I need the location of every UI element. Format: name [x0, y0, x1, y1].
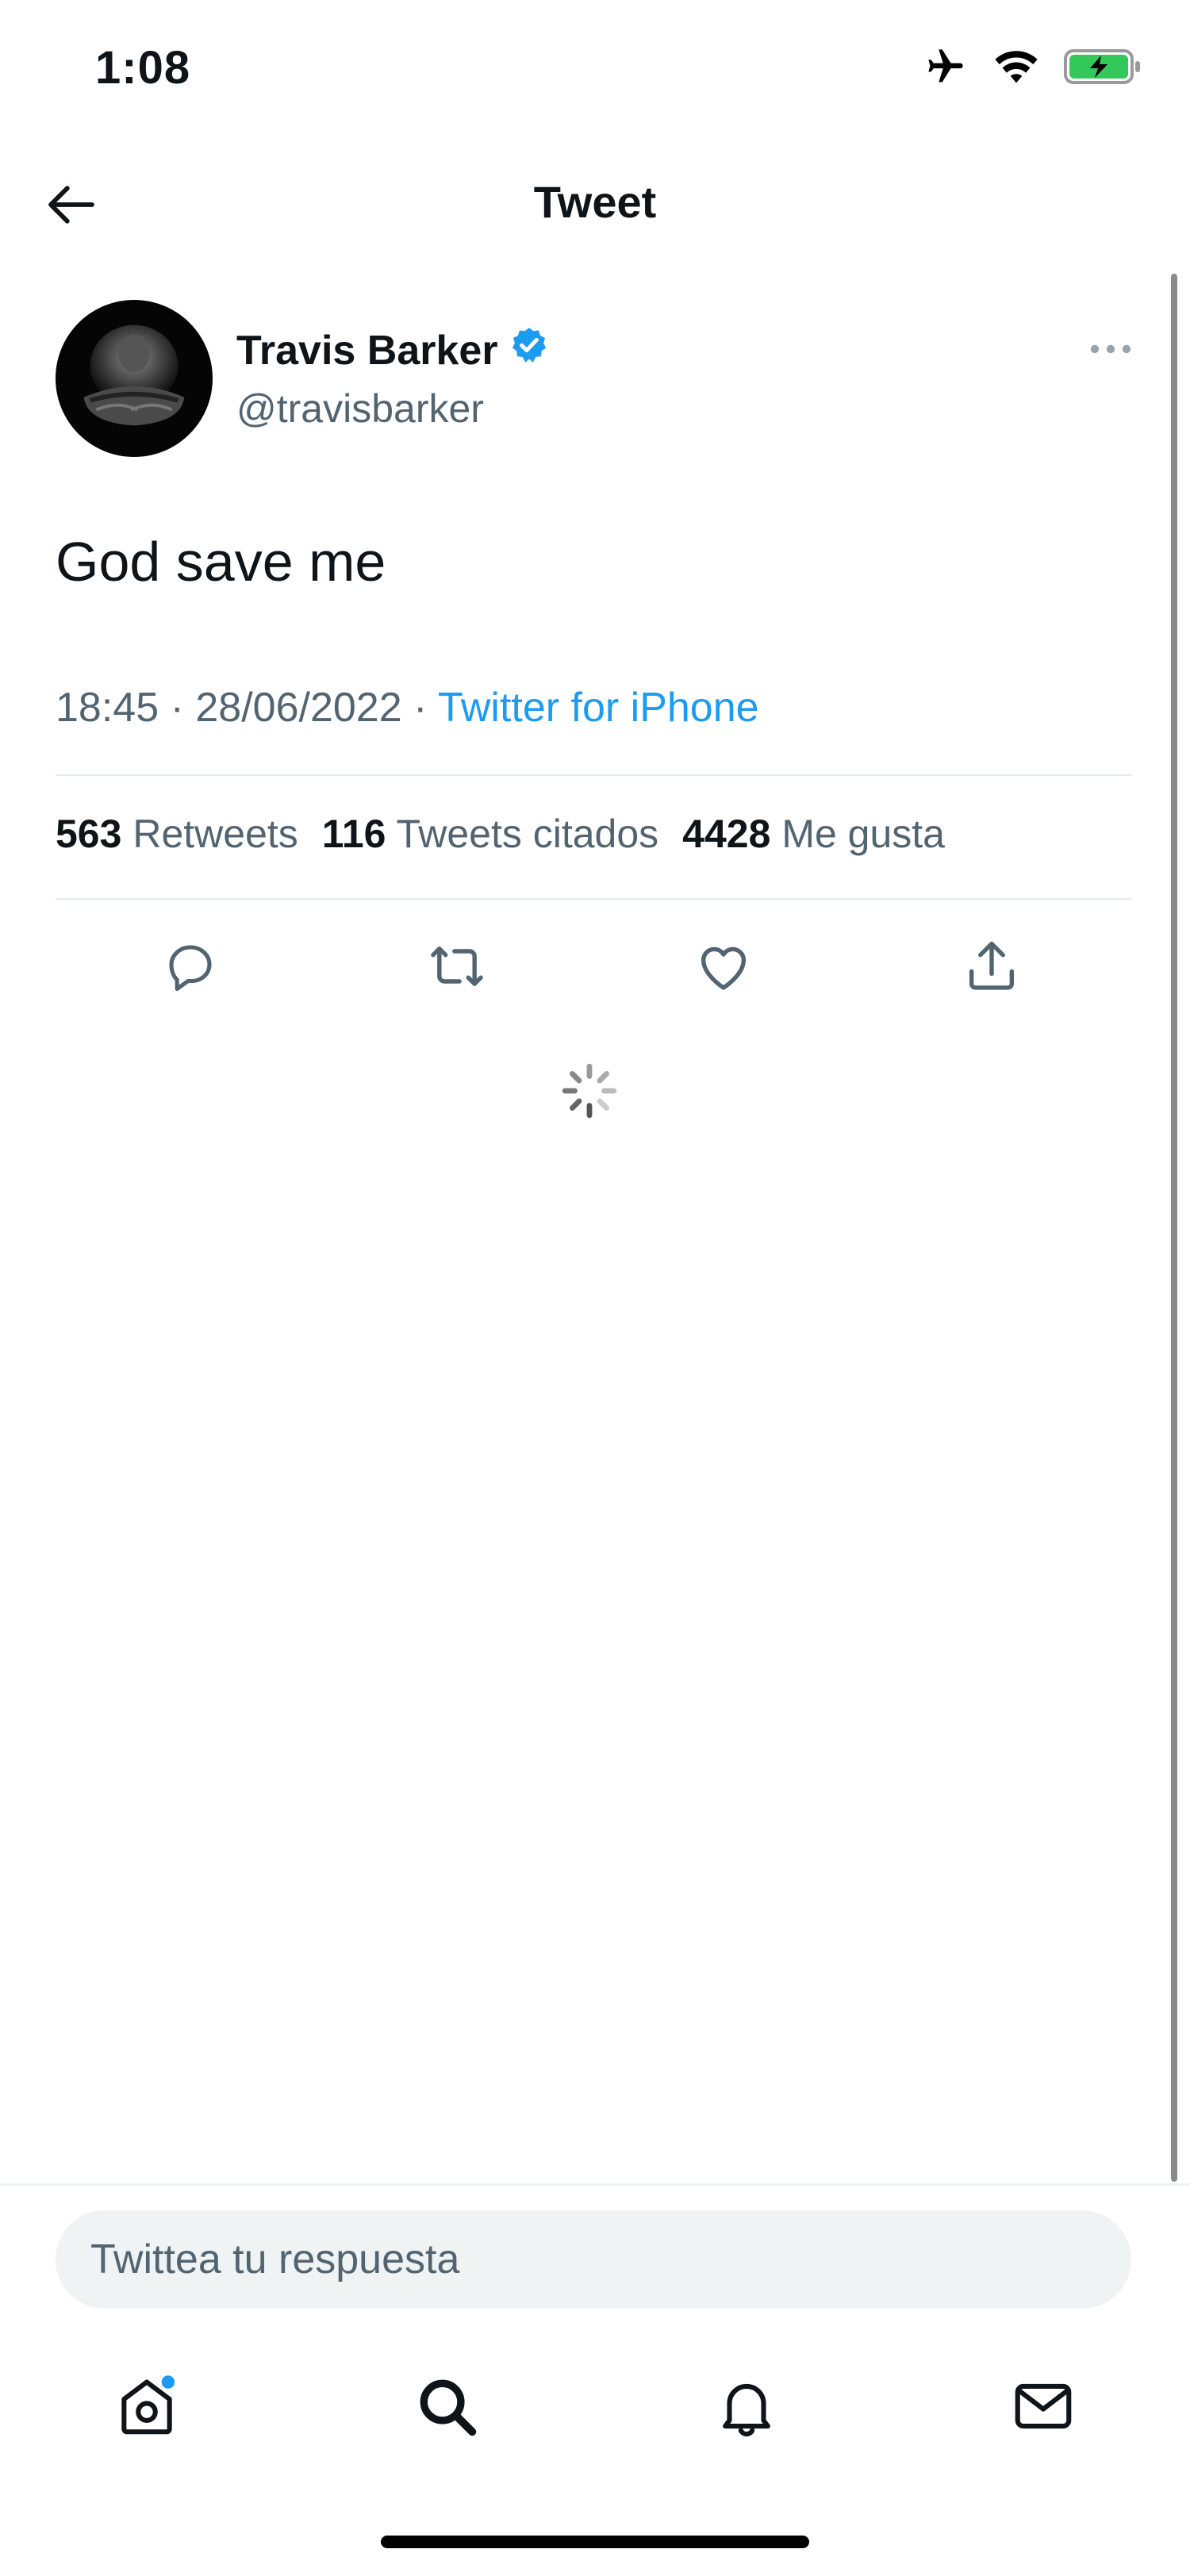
loading-spinner-icon	[560, 1061, 619, 1120]
page-title: Tweet	[533, 177, 657, 227]
likes-stat[interactable]: 4428 Me gusta	[682, 811, 945, 857]
divider	[0, 2183, 1190, 2186]
author-handle[interactable]: @travisbarker	[236, 386, 484, 432]
search-icon	[413, 2372, 481, 2444]
more-icon	[1079, 344, 1142, 368]
likes-label: Me gusta	[781, 812, 945, 856]
retweet-button[interactable]	[425, 936, 489, 1000]
likes-count: 4428	[682, 812, 771, 856]
tweet-meta: 18:45 · 28/06/2022 · Twitter for iPhone	[56, 684, 759, 731]
reply-button[interactable]	[159, 936, 222, 1000]
author-name[interactable]: Travis Barker	[236, 327, 498, 374]
home-icon	[113, 2372, 181, 2444]
tweet-date: 28/06/2022	[195, 685, 402, 731]
quotes-count: 116	[321, 812, 386, 856]
tweet-stats: 563 Retweets 116 Tweets citados 4428 Me …	[56, 811, 969, 857]
retweets-stat[interactable]: 563 Retweets	[56, 811, 298, 857]
retweets-count: 563	[56, 812, 122, 856]
verified-badge-icon	[509, 325, 549, 375]
scrollbar[interactable]	[1171, 274, 1177, 2182]
divider	[56, 774, 1131, 776]
home-indicator[interactable]	[381, 2536, 809, 2548]
author-name-row[interactable]: Travis Barker	[236, 325, 549, 375]
retweets-label: Retweets	[132, 812, 298, 856]
wifi-icon	[993, 48, 1039, 89]
tab-search[interactable]	[411, 2372, 482, 2444]
tweet-text: God save me	[56, 531, 386, 593]
avatar[interactable]	[56, 300, 213, 457]
reply-input[interactable]	[56, 2210, 1131, 2309]
tweet-time: 18:45	[56, 685, 159, 731]
quotes-stat[interactable]: 116 Tweets citados	[322, 811, 658, 857]
divider	[56, 898, 1131, 900]
share-button[interactable]	[960, 936, 1023, 1000]
like-icon	[693, 936, 754, 1000]
retweet-icon	[427, 936, 487, 1000]
airplane-icon	[922, 46, 969, 91]
tab-messages[interactable]	[1008, 2372, 1079, 2444]
tab-notifications[interactable]	[711, 2372, 782, 2444]
messages-icon	[1009, 2372, 1077, 2444]
tweet-source-link[interactable]: Twitter for iPhone	[438, 685, 759, 731]
status-time: 1:08	[95, 42, 191, 94]
tab-home[interactable]	[111, 2372, 182, 2444]
meta-separator: ·	[170, 685, 184, 731]
status-icons	[922, 46, 1142, 91]
share-icon	[962, 936, 1022, 1000]
quotes-label: Tweets citados	[396, 812, 659, 856]
reply-icon	[162, 938, 219, 999]
more-options-button[interactable]	[1079, 333, 1142, 365]
meta-separator: ·	[413, 685, 428, 731]
battery-charging-icon	[1063, 48, 1142, 90]
notifications-icon	[712, 2372, 781, 2444]
like-button[interactable]	[692, 936, 755, 1000]
